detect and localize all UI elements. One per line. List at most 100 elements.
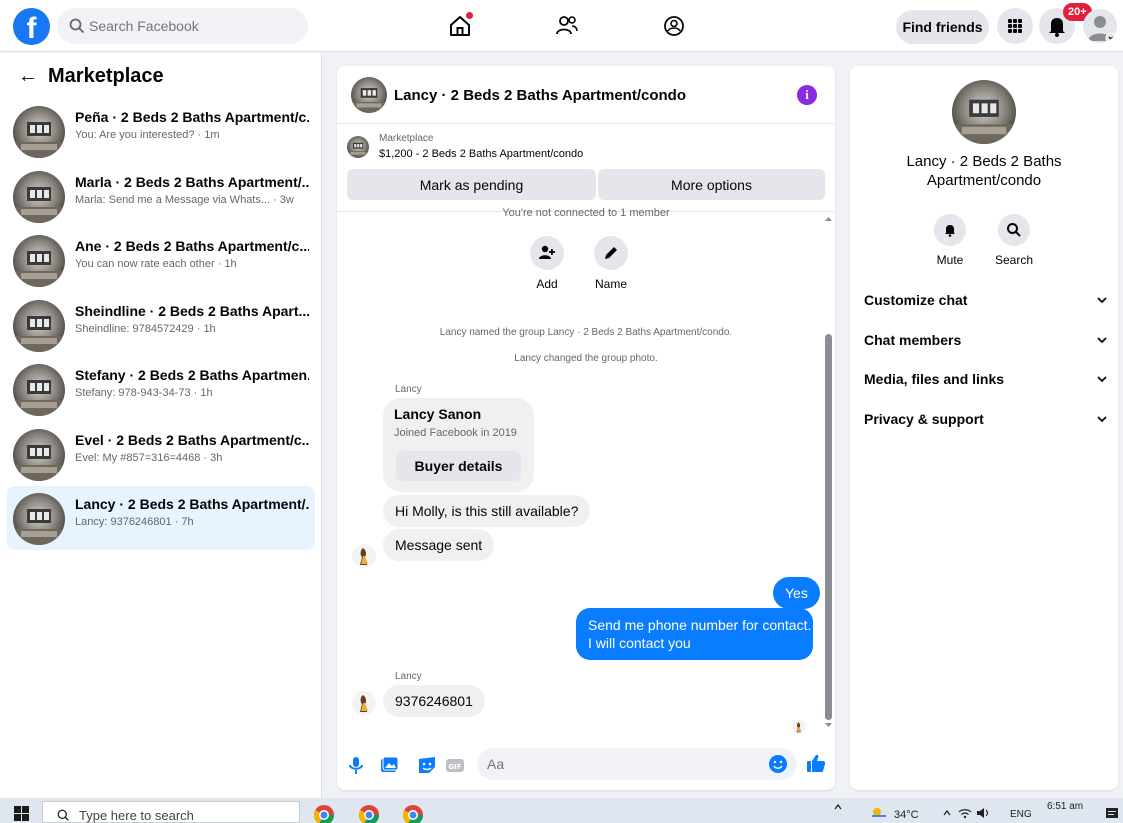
details-section-item[interactable]: Chat members [864,332,1108,356]
wifi-icon[interactable] [958,807,972,819]
thumbs-up-icon[interactable] [805,752,827,774]
bell-icon [945,225,955,237]
temperature-text[interactable]: 34°C [894,809,919,821]
sender-name: Lancy [395,384,422,395]
conversation-item[interactable]: Marla · 2 Beds 2 Baths Apartment/... Marl… [7,164,315,228]
language-indicator[interactable]: ENG [1010,809,1032,820]
conversation-item[interactable]: Peña · 2 Beds 2 Baths Apartment/c... You:… [7,99,315,163]
grid-menu-icon [1008,19,1022,33]
chrome-icon[interactable] [355,803,383,823]
my-message-bubble[interactable]: Send me phone number for contact. I will… [576,608,813,660]
conversation-preview: You: Are you interested? · 1m [75,129,220,141]
message-input-box[interactable] [477,748,797,780]
chat-avatar[interactable] [351,77,387,113]
conversation-preview: Evel: My #857=316=4468 · 3h [75,451,223,464]
home-notification-dot [466,12,473,19]
listing-thumbnail [13,235,65,287]
buyer-details-button[interactable]: Buyer details [396,451,521,481]
more-options-button[interactable]: More options [598,169,825,200]
profile-silhouette-icon [1088,16,1117,43]
search-icon [57,809,69,821]
search-in-chat-action[interactable]: Search [984,214,1044,267]
photo-icon[interactable] [378,754,400,776]
friends-icon[interactable] [553,12,581,40]
add-member-action[interactable]: Add [522,236,572,291]
name-group-action[interactable]: Name [586,236,636,291]
taskbar-search[interactable]: Type here to search [42,801,300,823]
listing-price-title[interactable]: $1,200 - 2 Beds 2 Baths Apartment/condo [379,148,583,160]
windows-start-icon[interactable] [14,806,30,822]
chevron-down-icon [1097,376,1107,383]
details-section-item[interactable]: Privacy & support [864,411,1108,435]
speaker-icon[interactable] [976,807,992,819]
account-avatar[interactable] [1083,9,1117,43]
message-composer: GIF [337,742,835,790]
chat-header: Lancy · 2 Beds 2 Baths Apartment/condo i [337,66,835,124]
chevron-down-icon [1097,297,1107,304]
sticker-icon[interactable] [416,754,438,776]
clock-time[interactable]: 6:51 am [1047,801,1083,812]
sender-avatar[interactable] [352,544,376,568]
message-bubble[interactable]: Message sent [383,529,495,561]
search-icon [1007,223,1021,237]
chat-scrollbar[interactable] [822,212,835,727]
mute-action[interactable]: Mute [920,214,980,267]
info-icon[interactable]: i [797,85,817,105]
weather-icon[interactable] [870,806,888,820]
back-arrow-icon[interactable]: ← [18,65,38,87]
chat-title[interactable]: Lancy · 2 Beds 2 Baths Apartment/condo [394,87,686,104]
sender-name: Lancy [395,671,422,682]
conversation-item[interactable]: Ane · 2 Beds 2 Baths Apartment/c... You c… [7,228,315,292]
scroll-up-arrow-icon[interactable] [822,214,835,224]
chevron-up-icon[interactable] [833,802,843,812]
buyer-name: Lancy Sanon [394,406,482,422]
conversation-item[interactable]: Lancy · 2 Beds 2 Baths Apartment/... Lanc… [7,486,315,550]
section-label: Customize chat [864,292,968,308]
marketplace-label: Marketplace [379,133,434,144]
emoji-icon[interactable] [768,754,788,774]
conversation-item[interactable]: Evel · 2 Beds 2 Baths Apartment/c... Evel… [7,422,315,486]
add-label: Add [536,277,558,291]
conversation-title: Ane · 2 Beds 2 Baths Apartment/c... [75,238,309,254]
scroll-down-arrow-icon[interactable] [822,720,835,730]
find-friends-button[interactable]: Find friends [896,10,989,44]
group-name: Lancy · 2 Beds 2 Baths Apartment/condo [850,152,1118,190]
sender-avatar[interactable] [352,691,376,715]
conversation-item[interactable]: Stefany · 2 Beds 2 Baths Apartmen... Stef… [7,357,315,421]
pencil-icon [605,247,617,259]
mark-as-pending-button[interactable]: Mark as pending [347,169,596,200]
message-bubble[interactable]: Hi Molly, is this still available? [383,495,591,527]
facebook-search-input[interactable] [89,8,299,44]
chrome-icon[interactable] [310,803,338,823]
my-message-bubble[interactable]: Yes [773,577,820,609]
conversation-item[interactable]: Sheindline · 2 Beds 2 Baths Apart... Shei… [7,293,315,357]
listing-thumbnail[interactable] [347,136,369,158]
gif-icon[interactable]: GIF [444,754,466,776]
chevron-up-icon[interactable] [942,808,952,818]
conversation-preview: Stefany: 978-943-34-73 · 1h [75,387,213,399]
notification-center-icon[interactable] [1105,807,1119,821]
facebook-logo[interactable]: f [13,8,50,45]
facebook-search-box[interactable] [57,8,308,44]
conversation-title: Lancy · 2 Beds 2 Baths Apartment/... [75,496,309,512]
menu-button[interactable] [997,8,1033,44]
message-input[interactable] [487,748,757,780]
listing-thumbnail [13,106,65,158]
group-photo[interactable] [952,80,1016,144]
scrollbar-thumb[interactable] [825,334,832,720]
group-name-line: Apartment/condo [926,172,1042,189]
details-section-item[interactable]: Media, files and links [864,371,1108,395]
listing-thumbnail [13,493,65,545]
details-section-item[interactable]: Customize chat [864,292,1108,316]
chrome-icon[interactable] [399,803,427,823]
marketplace-listing-strip: Marketplace $1,200 - 2 Beds 2 Baths Apar… [337,124,835,212]
chat-window: Lancy · 2 Beds 2 Baths Apartment/condo i… [337,66,835,790]
buyer-profile-card: Lancy Sanon Joined Facebook in 2019 Buye… [383,398,534,492]
chevron-down-icon [1097,415,1107,422]
groups-icon[interactable] [660,12,688,40]
section-label: Chat members [864,331,962,348]
message-bubble[interactable]: 9376246801 [383,685,485,717]
microphone-icon[interactable] [345,754,367,776]
conversation-preview: Sheindline: 9784572429 · 1h [75,322,216,335]
taskbar-search-placeholder: Type here to search [79,808,194,823]
